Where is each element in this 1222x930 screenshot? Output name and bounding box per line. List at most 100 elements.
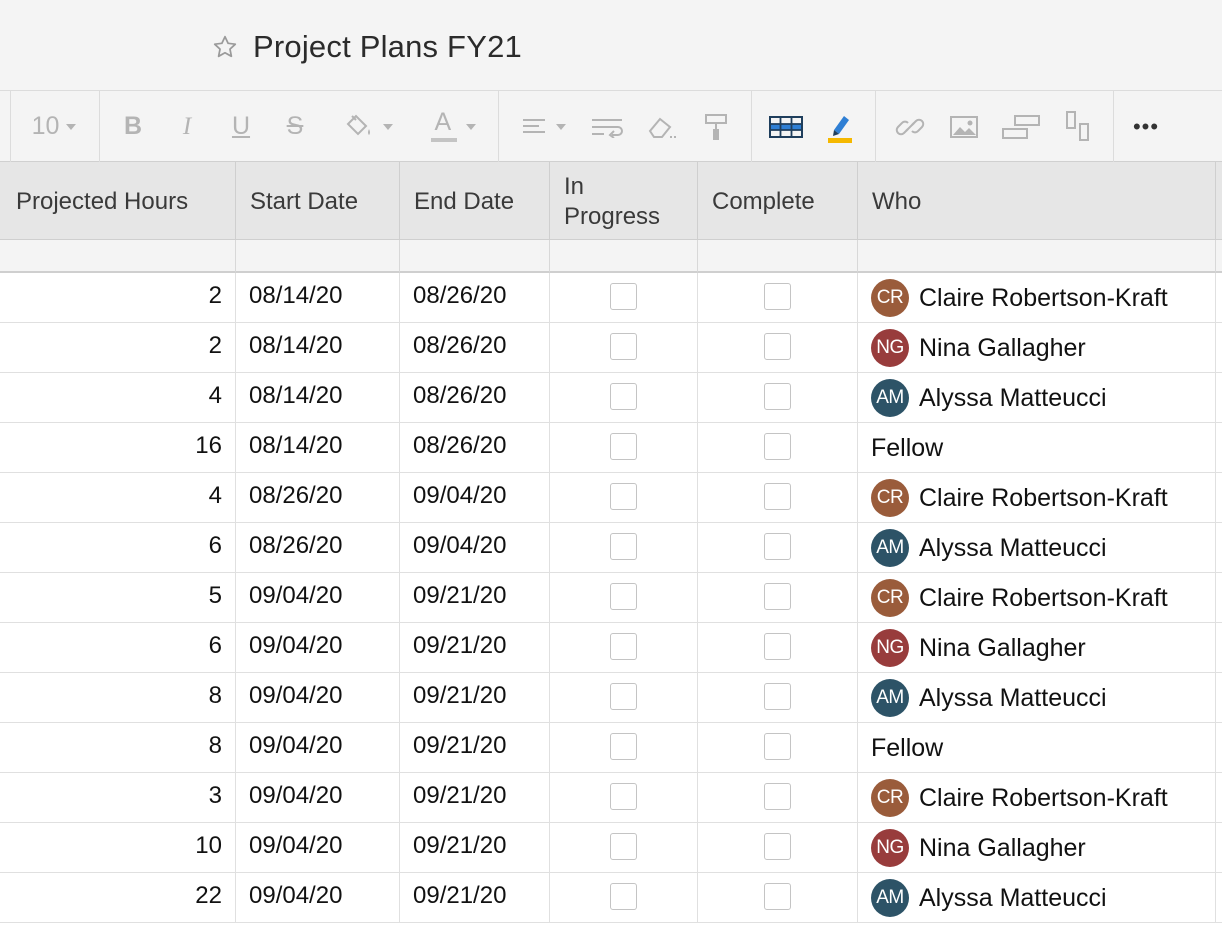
projected-hours-cell[interactable]: 22 (0, 873, 236, 923)
in-progress-cell[interactable] (550, 773, 698, 823)
end-date-cell[interactable]: 09/04/20 (400, 473, 550, 523)
in-progress-checkbox[interactable] (610, 433, 637, 460)
end-date-cell[interactable]: 09/21/20 (400, 823, 550, 873)
filter-cell[interactable] (236, 240, 400, 273)
filter-cell[interactable] (698, 240, 858, 273)
complete-checkbox[interactable] (764, 383, 791, 410)
complete-checkbox[interactable] (764, 483, 791, 510)
in-progress-checkbox[interactable] (610, 483, 637, 510)
in-progress-checkbox[interactable] (610, 683, 637, 710)
complete-checkbox[interactable] (764, 883, 791, 910)
complete-cell[interactable] (698, 273, 858, 323)
underline-button[interactable]: U (224, 91, 258, 162)
end-date-cell[interactable]: 09/04/20 (400, 523, 550, 573)
grid-view-button[interactable] (766, 91, 806, 162)
projected-hours-cell[interactable]: 2 (0, 273, 236, 323)
end-date-cell[interactable]: 09/21/20 (400, 723, 550, 773)
start-date-cell[interactable]: 09/04/20 (236, 873, 400, 923)
in-progress-checkbox[interactable] (610, 783, 637, 810)
text-color-button[interactable]: A (418, 91, 488, 162)
start-date-cell[interactable]: 08/26/20 (236, 523, 400, 573)
in-progress-cell[interactable] (550, 673, 698, 723)
in-progress-checkbox[interactable] (610, 733, 637, 760)
complete-cell[interactable] (698, 323, 858, 373)
column-header-who[interactable]: Who (858, 162, 1216, 240)
who-cell[interactable]: AM Alyssa Matteucci (858, 673, 1216, 723)
insert-link-button[interactable] (890, 91, 930, 162)
start-date-cell[interactable]: 09/04/20 (236, 673, 400, 723)
start-date-cell[interactable]: 08/14/20 (236, 273, 400, 323)
start-date-cell[interactable]: 08/14/20 (236, 423, 400, 473)
end-date-cell[interactable]: 08/26/20 (400, 423, 550, 473)
projected-hours-cell[interactable]: 8 (0, 673, 236, 723)
start-date-cell[interactable]: 09/04/20 (236, 723, 400, 773)
in-progress-cell[interactable] (550, 273, 698, 323)
column-header-projected-hours[interactable]: Projected Hours (0, 162, 236, 240)
complete-cell[interactable] (698, 373, 858, 423)
who-cell[interactable]: AM Alyssa Matteucci (858, 523, 1216, 573)
complete-cell[interactable] (698, 773, 858, 823)
sheet-title[interactable]: Project Plans FY21 (253, 29, 522, 65)
column-header-complete[interactable]: Complete (698, 162, 858, 240)
who-cell[interactable]: NG Nina Gallagher (858, 823, 1216, 873)
projected-hours-cell[interactable]: 4 (0, 473, 236, 523)
in-progress-checkbox[interactable] (610, 633, 637, 660)
projected-hours-cell[interactable]: 6 (0, 623, 236, 673)
end-date-cell[interactable]: 09/21/20 (400, 573, 550, 623)
in-progress-checkbox[interactable] (610, 333, 637, 360)
complete-checkbox[interactable] (764, 683, 791, 710)
projected-hours-cell[interactable]: 2 (0, 323, 236, 373)
font-size-dropdown[interactable]: 10 (22, 91, 86, 162)
column-header-end-date[interactable]: End Date (400, 162, 550, 240)
outdent-button[interactable] (1058, 91, 1098, 162)
wrap-text-button[interactable] (586, 91, 630, 162)
end-date-cell[interactable]: 09/21/20 (400, 623, 550, 673)
in-progress-cell[interactable] (550, 823, 698, 873)
in-progress-cell[interactable] (550, 323, 698, 373)
complete-checkbox[interactable] (764, 583, 791, 610)
complete-cell[interactable] (698, 573, 858, 623)
in-progress-checkbox[interactable] (610, 383, 637, 410)
end-date-cell[interactable]: 08/26/20 (400, 323, 550, 373)
in-progress-cell[interactable] (550, 623, 698, 673)
format-painter-button[interactable] (696, 91, 736, 162)
in-progress-checkbox[interactable] (610, 833, 637, 860)
complete-cell[interactable] (698, 623, 858, 673)
fill-color-button[interactable] (332, 91, 402, 162)
complete-cell[interactable] (698, 423, 858, 473)
who-cell[interactable]: CR Claire Robertson-Kraft (858, 273, 1216, 323)
complete-checkbox[interactable] (764, 633, 791, 660)
projected-hours-cell[interactable]: 5 (0, 573, 236, 623)
start-date-cell[interactable]: 09/04/20 (236, 573, 400, 623)
column-header-in-progress[interactable]: In Progress (550, 162, 698, 240)
end-date-cell[interactable]: 09/21/20 (400, 873, 550, 923)
end-date-cell[interactable]: 09/21/20 (400, 773, 550, 823)
in-progress-checkbox[interactable] (610, 883, 637, 910)
start-date-cell[interactable]: 08/26/20 (236, 473, 400, 523)
in-progress-cell[interactable] (550, 573, 698, 623)
in-progress-cell[interactable] (550, 423, 698, 473)
in-progress-cell[interactable] (550, 723, 698, 773)
who-cell[interactable]: NG Nina Gallagher (858, 323, 1216, 373)
who-cell[interactable]: CR Claire Robertson-Kraft (858, 473, 1216, 523)
complete-cell[interactable] (698, 873, 858, 923)
who-cell[interactable]: CR Claire Robertson-Kraft (858, 773, 1216, 823)
end-date-cell[interactable]: 08/26/20 (400, 373, 550, 423)
projected-hours-cell[interactable]: 10 (0, 823, 236, 873)
more-options-button[interactable]: ••• (1126, 91, 1166, 162)
in-progress-checkbox[interactable] (610, 283, 637, 310)
filter-cell[interactable] (0, 240, 236, 273)
in-progress-checkbox[interactable] (610, 533, 637, 560)
start-date-cell[interactable]: 09/04/20 (236, 773, 400, 823)
complete-checkbox[interactable] (764, 333, 791, 360)
who-cell[interactable]: AM Alyssa Matteucci (858, 373, 1216, 423)
in-progress-cell[interactable] (550, 473, 698, 523)
complete-cell[interactable] (698, 523, 858, 573)
insert-image-button[interactable] (944, 91, 984, 162)
projected-hours-cell[interactable]: 6 (0, 523, 236, 573)
complete-checkbox[interactable] (764, 733, 791, 760)
bold-button[interactable]: B (116, 91, 150, 162)
filter-cell[interactable] (858, 240, 1216, 273)
complete-checkbox[interactable] (764, 833, 791, 860)
projected-hours-cell[interactable]: 4 (0, 373, 236, 423)
